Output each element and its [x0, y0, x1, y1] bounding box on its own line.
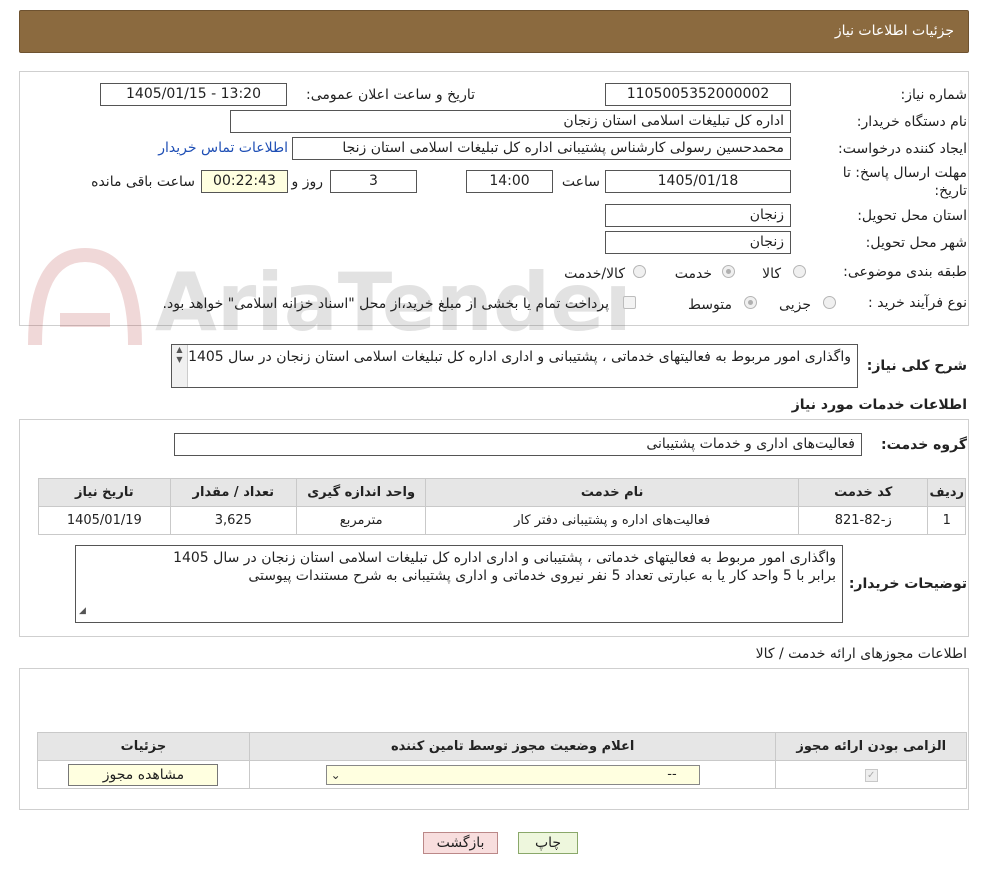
buyer-notes-line1: واگذاری امور مربوط به فعالیتهای خدماتی ،… — [173, 550, 836, 566]
scroll-up-icon[interactable]: ▲ — [172, 345, 187, 355]
category-goods-radio[interactable] — [793, 265, 806, 278]
permit-status-value: -- — [667, 766, 677, 782]
purchase-type-label: نوع فرآیند خرید : — [868, 295, 967, 311]
table-row: 1 ز-82-821 فعالیت‌های اداره و پشتیبانی د… — [38, 506, 966, 535]
treasury-payment-checkbox[interactable] — [623, 296, 636, 309]
general-description-label: شرح کلی نیاز: — [866, 358, 967, 374]
cell-permit-status: -- ⌄ — [248, 760, 777, 789]
service-group-label: گروه خدمت: — [881, 437, 967, 453]
print-button[interactable]: چاپ — [518, 832, 578, 854]
permits-title: اطلاعات مجوزهای ارائه خدمت / کالا — [755, 646, 967, 662]
buyer-org-field: اداره کل تبلیغات اسلامی استان زنجان — [230, 110, 791, 133]
category-service-radio[interactable] — [722, 265, 735, 278]
view-permit-button[interactable]: مشاهده مجوز — [68, 763, 219, 786]
category-goods-service-radio[interactable] — [633, 265, 646, 278]
permits-table: الزامی بودن ارائه مجوز اعلام وضعیت مجوز … — [37, 732, 967, 789]
deadline-date-field: 1405/01/18 — [605, 170, 791, 193]
buyer-notes-line2: برابر با 5 واحد کار یا به عبارتی تعداد 5… — [248, 568, 836, 584]
delivery-city-field: زنجان — [605, 231, 791, 254]
delivery-province-field: زنجان — [605, 204, 791, 227]
col-row: ردیف — [927, 478, 966, 507]
category-label: طبقه بندی موضوعی: — [843, 264, 967, 280]
col-unit: واحد اندازه گیری — [295, 478, 427, 507]
buyer-notes-label: توضیحات خریدار: — [848, 576, 967, 592]
permit-status-select[interactable]: -- ⌄ — [325, 764, 700, 785]
remaining-time-field: 00:22:43 — [201, 170, 288, 193]
col-permit-details: جزئیات — [37, 732, 250, 761]
col-need-date: تاریخ نیاز — [38, 478, 171, 507]
deadline-time-field: 14:00 — [466, 170, 553, 193]
services-info-title: اطلاعات خدمات مورد نیاز — [791, 397, 967, 413]
days-field: 3 — [330, 170, 417, 193]
purchase-medium-radio[interactable] — [744, 296, 757, 309]
requester-label: ایجاد کننده درخواست: — [838, 141, 967, 157]
requester-field: محمدحسین رسولی کارشناس پشتیبانی اداره کل… — [292, 137, 791, 160]
cell-quantity: 3,625 — [169, 506, 297, 535]
col-service-name: نام خدمت — [425, 478, 799, 507]
service-group-field: فعالیت‌های اداری و خدمات پشتیبانی — [174, 433, 862, 456]
category-goods-service-label: کالا/خدمت — [564, 266, 625, 282]
col-permit-status: اعلام وضعیت مجوز توسط تامین کننده — [248, 732, 777, 761]
category-goods-label: کالا — [762, 266, 781, 282]
cell-service-code: ز-82-821 — [797, 506, 929, 535]
cell-unit: مترمربع — [295, 506, 427, 535]
cell-permit-required: ✓ — [775, 760, 967, 789]
deadline-time-label: ساعت — [561, 174, 600, 190]
deadline-label-line2: تاریخ: — [934, 183, 967, 199]
cell-need-date: 1405/01/19 — [38, 506, 171, 535]
buyer-org-label: نام دستگاه خریدار: — [856, 114, 967, 130]
general-description-field[interactable]: واگذاری امور مربوط به فعالیتهای خدماتی ،… — [171, 344, 858, 388]
general-description-text: واگذاری امور مربوط به فعالیتهای خدماتی ،… — [188, 349, 851, 365]
table-row: ✓ -- ⌄ مشاهده مجوز — [37, 760, 967, 789]
scroll-down-icon[interactable]: ▼ — [172, 355, 187, 365]
chevron-down-icon[interactable]: ⌄ — [331, 766, 341, 784]
delivery-province-label: استان محل تحویل: — [857, 208, 967, 224]
purchase-medium-label: متوسط — [688, 297, 732, 313]
need-number-field: 1105005352000002 — [605, 83, 791, 106]
buyer-contact-link[interactable]: اطلاعات تماس خریدار — [158, 140, 288, 156]
page-title: جزئیات اطلاعات نیاز — [834, 23, 954, 39]
announce-datetime-label: تاریخ و ساعت اعلان عمومی: — [306, 87, 475, 103]
category-service-label: خدمت — [674, 266, 712, 282]
description-scrollbar[interactable]: ▲ ▼ — [172, 345, 188, 387]
announce-datetime-field: 1405/01/15 - 13:20 — [100, 83, 287, 106]
services-table: ردیف کد خدمت نام خدمت واحد اندازه گیری ت… — [38, 478, 966, 535]
remaining-time-label: ساعت باقی مانده — [91, 174, 195, 190]
cell-permit-details: مشاهده مجوز — [37, 760, 250, 789]
delivery-city-label: شهر محل تحویل: — [865, 235, 967, 251]
resize-grip-icon[interactable]: ◢ — [79, 602, 86, 620]
permits-table-header: الزامی بودن ارائه مجوز اعلام وضعیت مجوز … — [37, 732, 967, 761]
need-number-label: شماره نیاز: — [900, 87, 968, 103]
col-quantity: تعداد / مقدار — [169, 478, 297, 507]
services-table-header: ردیف کد خدمت نام خدمت واحد اندازه گیری ت… — [38, 478, 966, 507]
cell-row: 1 — [927, 506, 966, 535]
permit-required-checkbox: ✓ — [864, 769, 878, 782]
col-permit-required: الزامی بودن ارائه مجوز — [775, 732, 967, 761]
cell-service-name: فعالیت‌های اداره و پشتیبانی دفتر کار — [425, 506, 799, 535]
treasury-payment-note: پرداخت تمام یا بخشی از مبلغ خرید،از محل … — [162, 296, 609, 312]
days-label: روز و — [291, 174, 324, 190]
back-button[interactable]: بازگشت — [423, 832, 498, 854]
buyer-notes-field[interactable]: واگذاری امور مربوط به فعالیتهای خدماتی ،… — [75, 545, 843, 623]
page-header: جزئیات اطلاعات نیاز — [19, 10, 969, 53]
deadline-label-line1: مهلت ارسال پاسخ: تا — [842, 165, 967, 181]
col-service-code: کد خدمت — [797, 478, 929, 507]
purchase-small-label: جزیی — [779, 297, 811, 313]
purchase-small-radio[interactable] — [823, 296, 836, 309]
